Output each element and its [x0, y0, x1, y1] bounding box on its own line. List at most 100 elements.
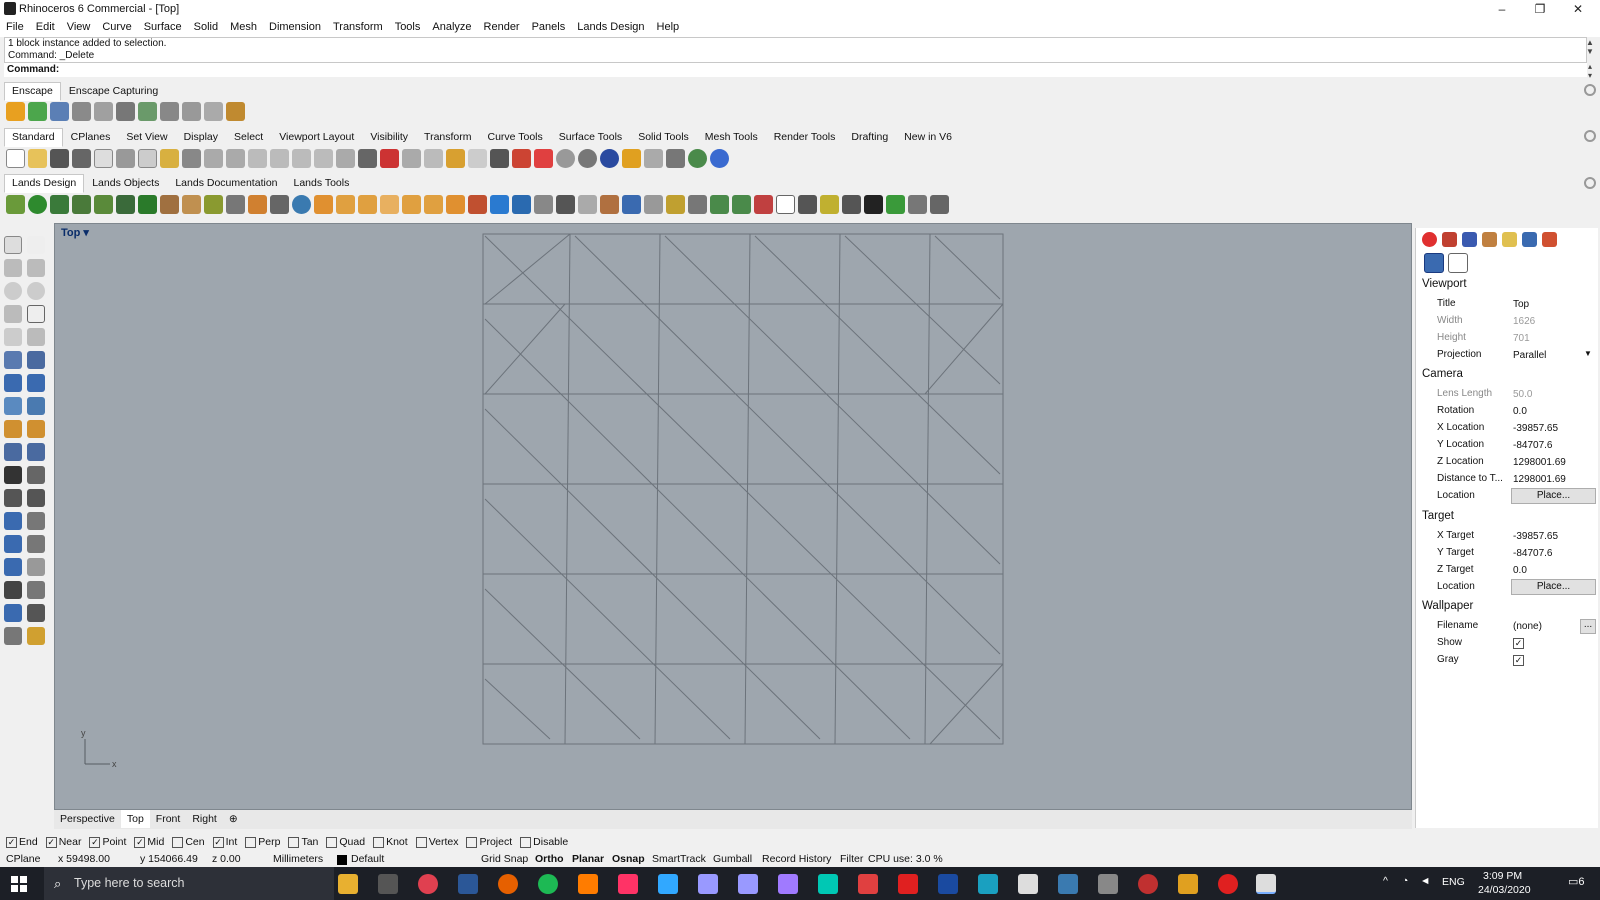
osnap-project[interactable]: Project	[466, 836, 512, 848]
undo-icon[interactable]	[182, 148, 201, 168]
check-icon[interactable]	[27, 604, 45, 622]
pan-icon[interactable]	[204, 148, 223, 168]
menu-panels[interactable]: Panels	[526, 18, 572, 37]
explode-icon[interactable]	[4, 420, 22, 438]
osnap-int[interactable]: ✓ Int	[212, 836, 237, 848]
camera-place-button[interactable]: Place...	[1511, 488, 1596, 504]
menu-transform[interactable]: Transform	[327, 18, 389, 37]
x-location-field[interactable]: -39857.65	[1511, 420, 1598, 437]
viewport-tab-right[interactable]: Right	[186, 810, 223, 828]
terrain-fill-icon[interactable]	[424, 194, 443, 214]
osnap-checkbox[interactable]	[520, 836, 532, 848]
wall-icon[interactable]	[226, 194, 245, 214]
hedge-icon[interactable]	[138, 194, 157, 214]
grid-array-icon[interactable]	[4, 581, 22, 599]
zoom-window-icon[interactable]	[270, 148, 289, 168]
chevron-down-icon[interactable]: ▼	[1584, 349, 1592, 358]
paint-icon[interactable]	[418, 874, 438, 894]
cylinder-icon[interactable]	[4, 397, 22, 415]
undo-view-icon[interactable]	[336, 148, 355, 168]
tab-enscape-capturing[interactable]: Enscape Capturing	[61, 82, 166, 101]
illustrator-icon[interactable]	[578, 874, 598, 894]
smarttrack-toggle[interactable]: SmartTrack	[652, 853, 706, 865]
grid-paving-icon[interactable]	[248, 194, 267, 214]
plant-label-icon[interactable]	[710, 194, 729, 214]
osnap-checkbox[interactable]	[326, 836, 338, 848]
filter-toggle[interactable]: Filter	[840, 853, 863, 865]
enscape-start-icon[interactable]	[6, 101, 25, 121]
plant-icon[interactable]	[6, 194, 25, 214]
osnap-near[interactable]: ✓ Near	[45, 836, 81, 848]
properties-tab-icon[interactable]	[1422, 232, 1437, 247]
help-icon[interactable]	[710, 148, 729, 168]
tab-solid-tools[interactable]: Solid Tools	[630, 128, 697, 147]
command-prompt-scroll[interactable]: ▴ ▾	[1584, 62, 1596, 80]
fence-icon[interactable]	[160, 194, 179, 214]
wifi-icon[interactable]: ◔	[1402, 875, 1408, 887]
options-icon[interactable]	[622, 148, 641, 168]
zoom-extents-icon[interactable]	[292, 148, 311, 168]
globe-icon[interactable]	[688, 148, 707, 168]
record-history-toggle[interactable]: Record History	[762, 853, 831, 865]
acrobat-icon[interactable]	[898, 874, 918, 894]
osnap-perp[interactable]: Perp	[245, 836, 280, 848]
osnap-disable[interactable]: Disable	[520, 836, 568, 848]
irrigation-icon[interactable]	[512, 194, 531, 214]
osnap-checkbox[interactable]	[288, 836, 300, 848]
split-icon[interactable]	[27, 443, 45, 461]
image-icon[interactable]	[908, 194, 927, 214]
osnap-knot[interactable]: Knot	[373, 836, 408, 848]
material-icon[interactable]	[600, 148, 619, 168]
tab-render-tools[interactable]: Render Tools	[766, 128, 844, 147]
enscape-feedback-icon[interactable]	[204, 101, 223, 121]
tab-drafting[interactable]: Drafting	[843, 128, 896, 147]
add-viewport-icon[interactable]: ⊕	[223, 810, 244, 828]
save-icon[interactable]	[50, 148, 69, 168]
units-label[interactable]: Millimeters	[273, 853, 323, 865]
legend-icon[interactable]	[644, 194, 663, 214]
show-checkbox[interactable]: ✓	[1511, 635, 1598, 652]
word-icon[interactable]	[458, 874, 478, 894]
tab-standard[interactable]: Standard	[4, 128, 63, 147]
analyze-icon[interactable]	[4, 604, 22, 622]
sun-tab-icon[interactable]	[1542, 232, 1557, 247]
curve-icon[interactable]	[27, 259, 45, 277]
tab-visibility[interactable]: Visibility	[362, 128, 416, 147]
tab-transform[interactable]: Transform	[416, 128, 479, 147]
layers-tab-icon[interactable]	[1442, 232, 1457, 247]
enscape-views-icon[interactable]	[72, 101, 91, 121]
x-target-field[interactable]: -39857.65	[1511, 528, 1598, 545]
highlight-icon[interactable]	[820, 194, 839, 214]
osnap-checkbox[interactable]: ✓	[89, 836, 101, 848]
enscape-info-icon[interactable]	[226, 101, 245, 121]
tab-lands-objects[interactable]: Lands Objects	[84, 174, 167, 193]
clock-date[interactable]: 24/03/2020	[1478, 884, 1531, 896]
copy-icon[interactable]	[138, 148, 157, 168]
tab-curve-tools[interactable]: Curve Tools	[480, 128, 551, 147]
shrub-icon[interactable]	[72, 194, 91, 214]
osnap-checkbox[interactable]: ✓	[212, 836, 224, 848]
select-arrow-icon[interactable]	[4, 236, 22, 254]
osnap-vertex[interactable]: Vertex	[415, 836, 458, 848]
group-icon[interactable]	[4, 466, 22, 484]
indesign-icon[interactable]	[618, 874, 638, 894]
osnap-icon[interactable]	[446, 148, 465, 168]
toolbar-settings-gear-icon[interactable]	[1584, 130, 1596, 142]
tab-viewport-layout[interactable]: Viewport Layout	[271, 128, 362, 147]
title-field[interactable]: Top	[1511, 296, 1598, 313]
distance-field[interactable]: 1298001.69	[1511, 471, 1598, 488]
export-icon[interactable]	[94, 148, 113, 168]
walking-person-icon[interactable]	[864, 194, 883, 214]
tab-display[interactable]: Display	[176, 128, 226, 147]
zoom-selected-icon[interactable]	[314, 148, 333, 168]
clock-time[interactable]: 3:09 PM	[1483, 870, 1522, 882]
circle-icon[interactable]	[4, 282, 22, 300]
osnap-checkbox[interactable]	[373, 836, 385, 848]
osnap-checkbox[interactable]	[245, 836, 257, 848]
menu-mesh[interactable]: Mesh	[224, 18, 263, 37]
tray-chevron-icon[interactable]: ^	[1383, 875, 1388, 887]
grid-snap-toggle[interactable]: Grid Snap	[481, 853, 528, 865]
plant-list-icon[interactable]	[622, 194, 641, 214]
four-viewports-icon[interactable]	[358, 148, 377, 168]
section-icon[interactable]	[754, 194, 773, 214]
